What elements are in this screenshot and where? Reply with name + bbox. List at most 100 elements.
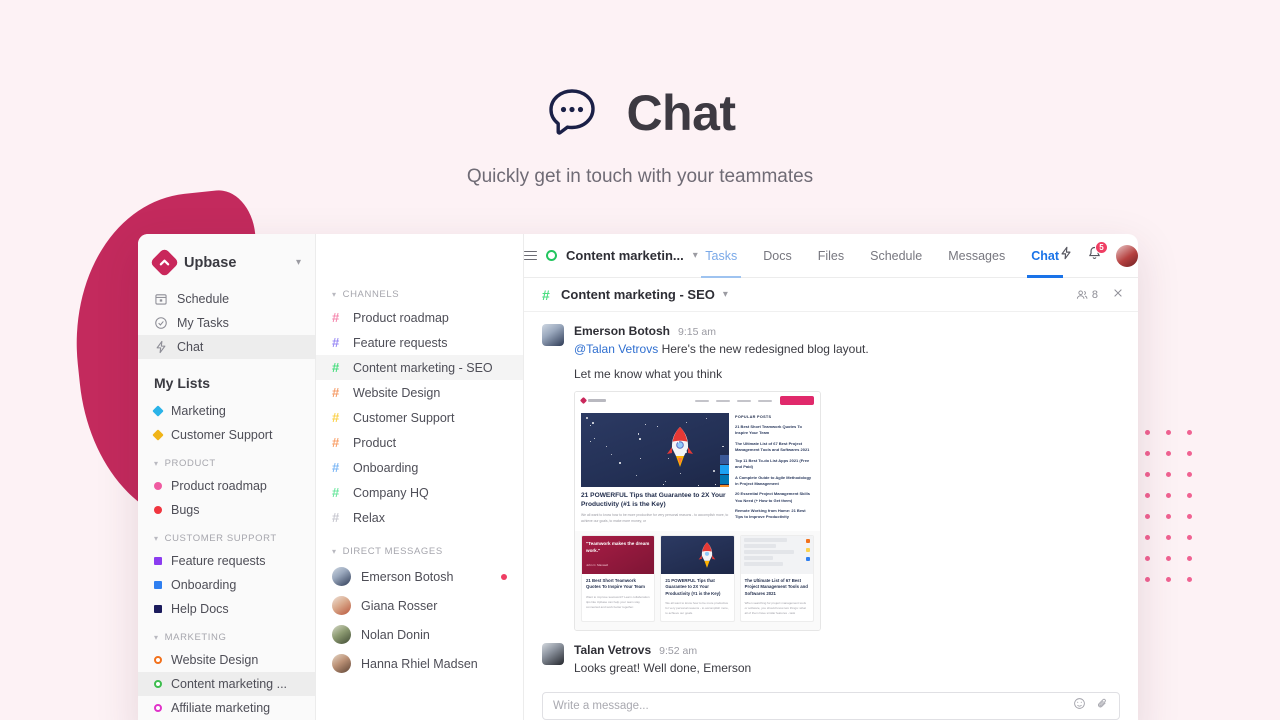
page-root: Chat Quickly get in touch with your team… bbox=[0, 0, 1280, 720]
emoji-icon[interactable] bbox=[1073, 697, 1086, 715]
member-count[interactable]: 8 bbox=[1076, 289, 1098, 301]
tab-chat[interactable]: Chat bbox=[1031, 234, 1059, 278]
channel-item[interactable]: # Relax bbox=[316, 505, 523, 530]
blog-hero-image bbox=[581, 413, 729, 487]
popular-post-item: 21 Best Short Teamwork Quotes To Inspire… bbox=[735, 424, 814, 436]
blog-cta-button bbox=[780, 396, 814, 405]
channel-label: Feature requests bbox=[353, 336, 448, 350]
sidebar-list-label: Affiliate marketing bbox=[171, 701, 270, 715]
hash-icon: # bbox=[332, 510, 343, 525]
channels-panel: ▾ CHANNELS # Product roadmap # Feature requ… bbox=[316, 234, 524, 720]
hash-icon: # bbox=[332, 435, 343, 450]
sidebar-list-help-docs[interactable]: Help Docs bbox=[138, 597, 315, 621]
sidebar-item-schedule[interactable]: Schedule bbox=[138, 287, 315, 311]
list-color-dot bbox=[152, 405, 163, 416]
tab-messages[interactable]: Messages bbox=[948, 234, 1005, 278]
dm-item[interactable]: Emerson Botosh bbox=[316, 562, 523, 591]
sidebar-list-affiliate-marketing[interactable]: Affiliate marketing bbox=[138, 696, 315, 720]
attachment-icon[interactable] bbox=[1096, 697, 1109, 715]
sidebar-list-bugs[interactable]: Bugs bbox=[138, 498, 315, 522]
blog-card-quote: "Teamwork makes the dream work." bbox=[582, 536, 654, 560]
hero-section: Chat Quickly get in touch with your team… bbox=[0, 0, 1280, 188]
menu-icon[interactable] bbox=[524, 251, 537, 261]
hash-icon: # bbox=[332, 410, 343, 425]
hash-icon: # bbox=[332, 360, 343, 375]
sidebar-list-feature-requests[interactable]: Feature requests bbox=[138, 549, 315, 573]
channel-item[interactable]: # Product bbox=[316, 430, 523, 455]
channel-item[interactable]: # Website Design bbox=[316, 380, 523, 405]
list-color-dot bbox=[154, 605, 162, 613]
avatar[interactable] bbox=[542, 643, 564, 665]
decorative-dot-grid bbox=[1145, 430, 1201, 590]
dm-item[interactable]: Giana Rosser bbox=[316, 591, 523, 620]
sidebar-section-header[interactable]: ▾ PRODUCT bbox=[138, 447, 315, 474]
list-color-dot bbox=[154, 557, 162, 565]
mention-link[interactable]: @Talan Vetrovs bbox=[574, 342, 658, 356]
channel-item[interactable]: # Onboarding bbox=[316, 455, 523, 480]
list-color-dot bbox=[154, 506, 162, 514]
blog-headline: 21 POWERFUL Tips that Guarantee to 2X Yo… bbox=[581, 492, 729, 510]
dm-item[interactable]: Hanna Rhiel Madsen bbox=[316, 649, 523, 678]
chevron-down-icon[interactable]: ▾ bbox=[296, 257, 301, 268]
rocket-icon bbox=[657, 425, 703, 475]
avatar[interactable] bbox=[1116, 245, 1138, 267]
sidebar-list-product-roadmap[interactable]: Product roadmap bbox=[138, 474, 315, 498]
attachment-blog-preview[interactable]: 21 POWERFUL Tips that Guarantee to 2X Yo… bbox=[574, 391, 821, 631]
sidebar-list-website-design[interactable]: Website Design bbox=[138, 648, 315, 672]
blog-preview-header bbox=[575, 392, 820, 409]
message-input[interactable] bbox=[553, 700, 1073, 712]
message-text: @Talan Vetrovs Here's the new redesigned… bbox=[574, 341, 1120, 358]
dm-label: Hanna Rhiel Madsen bbox=[361, 657, 507, 671]
dm-item[interactable]: Nolan Donin bbox=[316, 620, 523, 649]
sidebar-list-label: Feature requests bbox=[171, 554, 266, 568]
blog-card-title: The Ultimate List of 67 Best Project Man… bbox=[741, 574, 813, 601]
blog-lede: We all want to know how to be more produ… bbox=[581, 513, 729, 525]
channel-item[interactable]: # Product roadmap bbox=[316, 305, 523, 330]
avatar[interactable] bbox=[542, 324, 564, 346]
channel-item[interactable]: # Feature requests bbox=[316, 330, 523, 355]
notifications-button[interactable]: 5 bbox=[1087, 246, 1102, 266]
chevron-down-icon: ▾ bbox=[154, 633, 159, 642]
project-status-icon bbox=[546, 250, 557, 261]
tab-files[interactable]: Files bbox=[818, 234, 844, 278]
channel-item[interactable]: # Content marketing - SEO bbox=[316, 355, 523, 380]
list-color-dot bbox=[152, 429, 163, 440]
list-color-dot bbox=[154, 656, 162, 664]
sidebar-item-chat[interactable]: Chat bbox=[138, 335, 315, 359]
popular-post-item: The Ultimate List of 67 Best Project Man… bbox=[735, 441, 814, 453]
channel-item[interactable]: # Company HQ bbox=[316, 480, 523, 505]
channel-item[interactable]: # Customer Support bbox=[316, 405, 523, 430]
channels-section-title: CHANNELS bbox=[343, 289, 400, 300]
channel-label: Product bbox=[353, 436, 396, 450]
sidebar-list-content-marketing[interactable]: Content marketing ... bbox=[138, 672, 315, 696]
bolt-icon[interactable] bbox=[1059, 246, 1073, 265]
sidebar-section-header[interactable]: ▾ MARKETING bbox=[138, 621, 315, 648]
blog-card-image bbox=[741, 536, 813, 574]
tab-schedule[interactable]: Schedule bbox=[870, 234, 922, 278]
chevron-down-icon[interactable]: ▾ bbox=[723, 289, 728, 300]
sidebar-list-marketing[interactable]: Marketing bbox=[138, 399, 315, 423]
sidebar-list-onboarding[interactable]: Onboarding bbox=[138, 573, 315, 597]
chevron-down-icon[interactable]: ▾ bbox=[693, 250, 698, 261]
dm-list: Emerson Botosh Giana Rosser Nolan Donin Han… bbox=[316, 562, 523, 678]
brand-header[interactable]: Upbase ▾ bbox=[138, 234, 315, 287]
page-subtitle: Quickly get in touch with your teammates bbox=[0, 166, 1280, 188]
message-time: 9:15 am bbox=[678, 326, 716, 338]
blog-nav bbox=[695, 400, 772, 403]
chevron-down-icon: ▾ bbox=[154, 534, 159, 543]
channels-section-header[interactable]: ▾ CHANNELS bbox=[316, 278, 523, 305]
dm-section-header[interactable]: ▾ DIRECT MESSAGES bbox=[316, 530, 523, 562]
close-icon[interactable] bbox=[1112, 287, 1124, 302]
hash-icon: # bbox=[332, 310, 343, 325]
sidebar-item-my-tasks[interactable]: My Tasks bbox=[138, 311, 315, 335]
avatar bbox=[332, 596, 351, 615]
tab-docs[interactable]: Docs bbox=[763, 234, 791, 278]
tab-tasks[interactable]: Tasks bbox=[705, 234, 737, 278]
sidebar-list-label: Website Design bbox=[171, 653, 258, 667]
sidebar-list-customer-support[interactable]: Customer Support bbox=[138, 423, 315, 447]
chevron-down-icon: ▾ bbox=[332, 290, 337, 299]
sidebar-section-header[interactable]: ▾ CUSTOMER SUPPORT bbox=[138, 522, 315, 549]
channel-label: Website Design bbox=[353, 386, 440, 400]
list-color-dot bbox=[154, 482, 162, 490]
blog-card: The Ultimate List of 67 Best Project Man… bbox=[740, 535, 814, 623]
